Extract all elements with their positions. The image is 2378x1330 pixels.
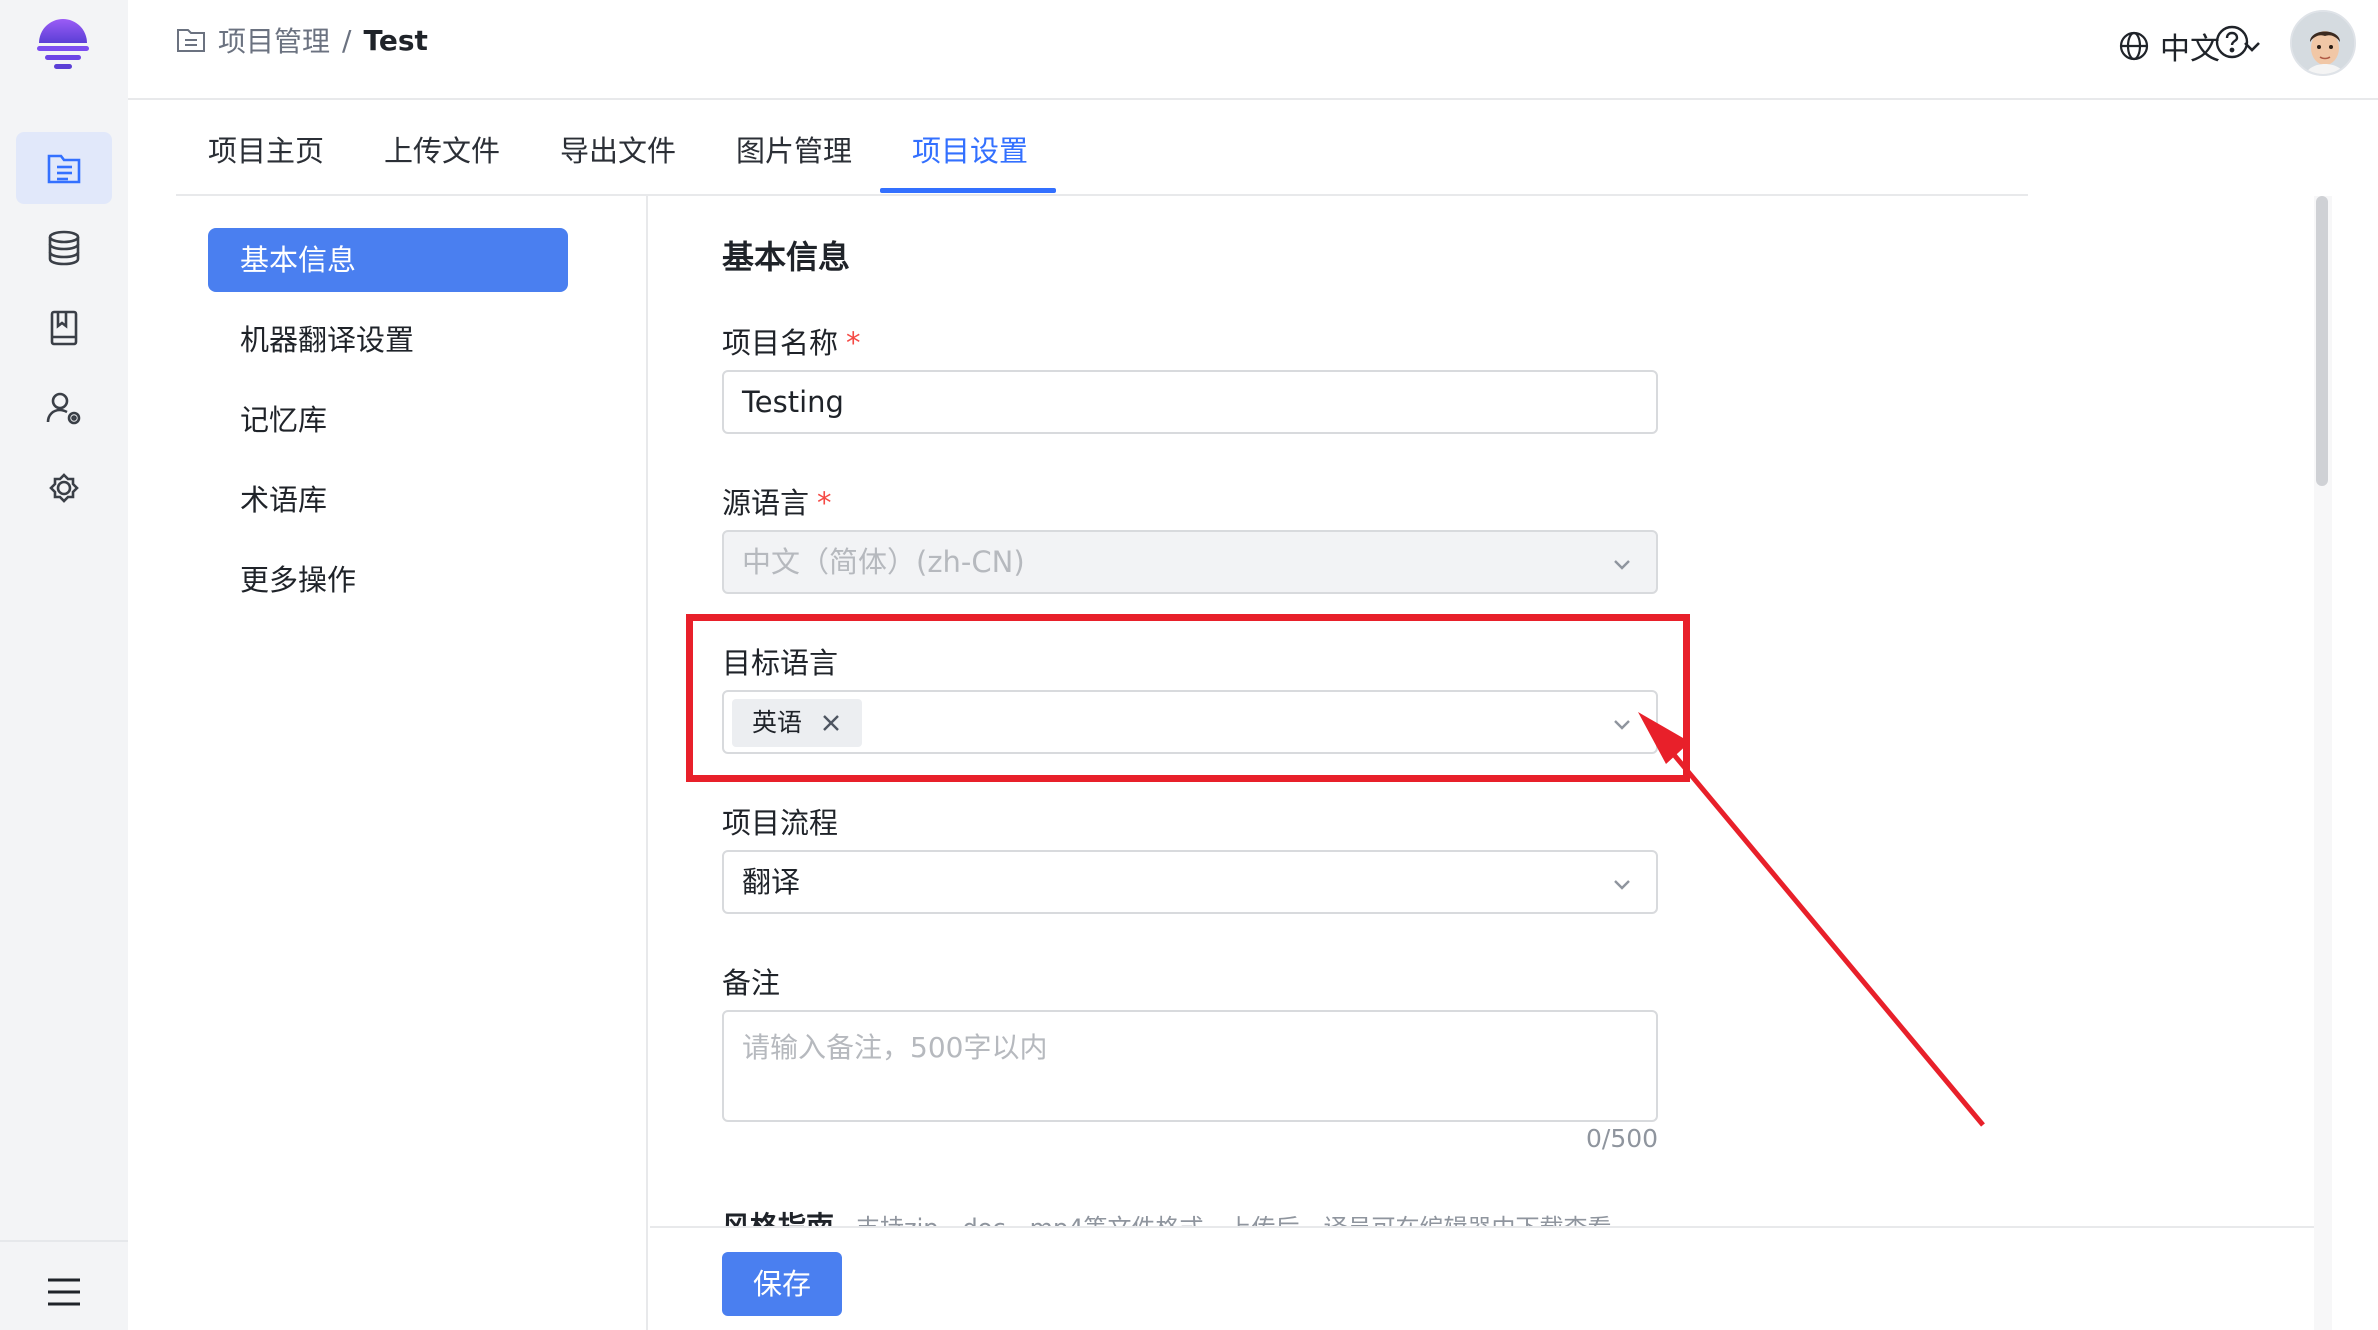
workflow-select[interactable]: 翻译 (722, 850, 1658, 914)
settings-subnav: 基本信息 机器翻译设置 记忆库 术语库 更多操作 (176, 196, 648, 1330)
rail-item-glossary[interactable] (16, 292, 112, 364)
style-guide-row: 风格指南支持zip、doc、mp4等文件格式，上传后，译员可在编辑器中下载查看 (722, 1205, 1612, 1227)
project-name-input[interactable]: Testing (722, 370, 1658, 434)
question-icon[interactable] (2214, 24, 2250, 60)
section-title: 基本信息 (722, 238, 851, 276)
book-icon (50, 310, 78, 346)
active-tab-indicator (880, 188, 1056, 193)
source-language-value: 中文（简体）(zh-CN) (742, 545, 1025, 579)
notes-textarea[interactable]: 请输入备注，500字以内 (722, 1010, 1658, 1122)
tab-export-files[interactable]: 导出文件 (560, 128, 676, 170)
hamburger-icon[interactable] (44, 1274, 84, 1310)
user-settings-icon (46, 392, 81, 425)
rail-item-database[interactable] (16, 212, 112, 284)
source-language-select: 中文（简体）(zh-CN) (722, 530, 1658, 594)
rail-divider (0, 1240, 128, 1242)
breadcrumb-separator: / (342, 23, 352, 57)
rail-item-settings[interactable] (16, 452, 112, 524)
project-name-label: 项目名称 * (722, 326, 861, 360)
subnav-machine-translation[interactable]: 机器翻译设置 (208, 308, 568, 372)
chevron-down-icon (1614, 880, 1630, 890)
tab-project-settings[interactable]: 项目设置 (912, 128, 1028, 170)
notes-label: 备注 (722, 966, 781, 1000)
required-mark: * (817, 486, 832, 520)
breadcrumb-parent[interactable]: 项目管理 (218, 20, 330, 60)
tab-upload-files[interactable]: 上传文件 (384, 128, 500, 170)
rail-item-projects[interactable] (16, 132, 112, 204)
breadcrumb: 项目管理 / Test (176, 20, 428, 60)
avatar[interactable] (2290, 10, 2356, 76)
app-logo-icon[interactable] (37, 15, 89, 75)
project-tabs: 项目主页 上传文件 导出文件 图片管理 项目设置 (176, 100, 2028, 196)
subnav-basic-info[interactable]: 基本信息 (208, 228, 568, 292)
style-guide-label: 风格指南 (722, 1210, 835, 1227)
file-list-icon (47, 154, 81, 184)
workflow-value: 翻译 (742, 865, 801, 899)
gear-icon (49, 473, 79, 503)
chevron-down-icon (1614, 560, 1630, 570)
footer-bar (650, 1226, 2314, 1330)
subnav-termbase[interactable]: 术语库 (208, 468, 568, 532)
source-language-label: 源语言 * (722, 486, 832, 520)
tab-image-management[interactable]: 图片管理 (736, 128, 852, 170)
annotation-highlight-box (686, 614, 1690, 782)
rail-item-members[interactable] (16, 372, 112, 444)
side-rail (0, 0, 128, 1330)
required-mark: * (846, 326, 861, 360)
save-button[interactable]: 保存 (722, 1252, 842, 1316)
scrollbar-thumb[interactable] (2316, 196, 2328, 486)
notes-char-counter: 0/500 (1586, 1124, 1659, 1153)
top-header: 项目管理 / Test 中文 (128, 0, 2378, 100)
globe-icon (2119, 31, 2149, 61)
breadcrumb-current: Test (363, 23, 428, 57)
folder-icon (177, 29, 205, 52)
tab-project-home[interactable]: 项目主页 (208, 128, 324, 170)
subnav-memory[interactable]: 记忆库 (208, 388, 568, 452)
subnav-more-actions[interactable]: 更多操作 (208, 548, 568, 612)
database-icon (48, 230, 80, 266)
language-label: 中文 (2160, 32, 2220, 67)
workflow-label: 项目流程 (722, 806, 839, 840)
